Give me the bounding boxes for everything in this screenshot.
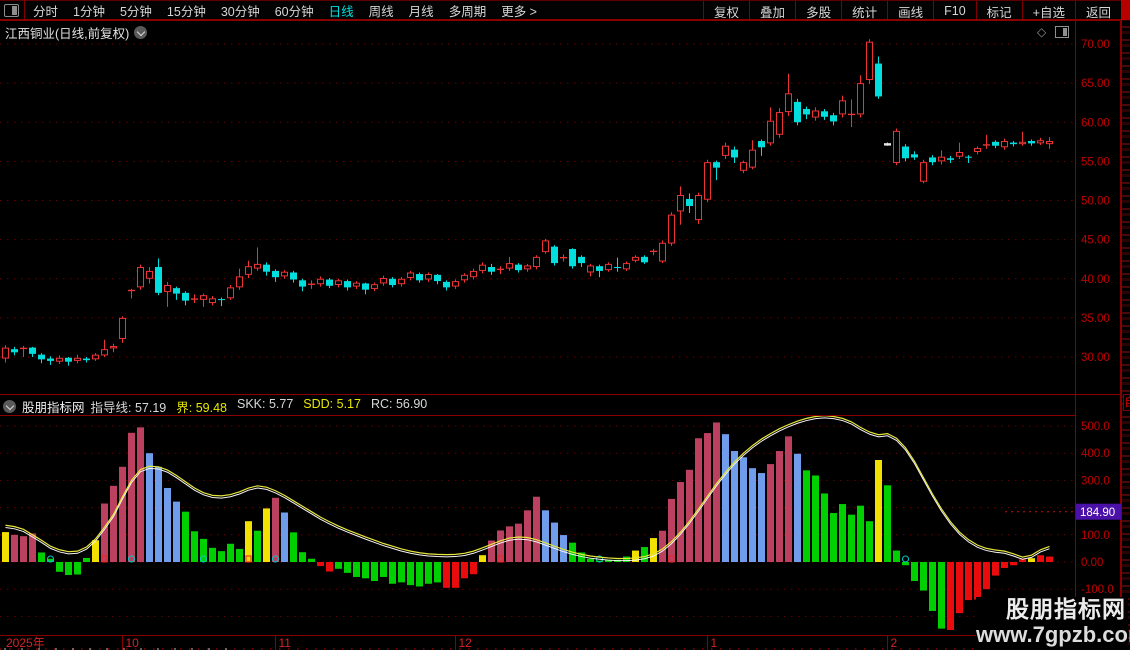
svg-text:30.00: 30.00 [1081,352,1110,364]
action-button-4[interactable]: 画线 [887,1,933,20]
top-right-red-block [1121,0,1130,20]
svg-text:65.00: 65.00 [1081,78,1110,90]
indicator-field-3: SDD: 5.17 [303,397,361,411]
period-tab-4[interactable]: 30分钟 [221,1,260,20]
svg-text:100.0: 100.0 [1081,530,1110,542]
svg-text:400.0: 400.0 [1081,448,1110,460]
indicator-source-name: 股朋指标网 [22,401,85,415]
action-button-8[interactable]: 返回 [1074,1,1121,20]
svg-text:300.0: 300.0 [1081,475,1110,487]
action-button-2[interactable]: 多股 [795,1,841,20]
period-tab-1[interactable]: 1分钟 [73,1,105,20]
chart-canvas[interactable]: 70.00 65.00 60.00 55.00 50.00 45.00 40.00 35.00… [0,0,1130,650]
diamond-marker-icon[interactable]: ◇ [1037,26,1046,38]
side-panel-glyph: 自 [1123,394,1130,411]
svg-text:60.00: 60.00 [1081,117,1110,129]
period-tab-6[interactable]: 日线 [329,1,354,20]
toolbar-divider [24,0,25,20]
period-tab-10[interactable]: 更多 > [501,1,537,20]
period-tab-5[interactable]: 60分钟 [275,1,314,20]
panel-layout-icon[interactable] [1055,26,1070,38]
stock-title: 江西铜业(日线,前复权) [5,27,130,41]
svg-text:184.90: 184.90 [1080,507,1115,519]
indicator-field-4: RC: 56.90 [370,397,428,411]
period-tab-2[interactable]: 5分钟 [120,1,152,20]
period-tabs: 分时 1分钟 5分钟 15分钟 30分钟 60分钟 日线 周线 月线 多周期 更多 > [33,1,537,20]
chart-corner-icons: ◇ [1037,26,1070,38]
svg-text:40.00: 40.00 [1081,274,1110,286]
svg-text:35.00: 35.00 [1081,313,1110,325]
action-button-5[interactable]: F10 [933,1,976,19]
indicator-field-0: 指导线: 57.19 [90,401,167,415]
period-tab-3[interactable]: 15分钟 [167,1,206,20]
svg-text:0.00: 0.00 [1081,557,1103,569]
svg-text:-100.0: -100.0 [1081,584,1114,596]
svg-text:45.00: 45.00 [1081,235,1110,247]
collapse-chevron-icon[interactable] [3,400,16,413]
action-button-6[interactable]: 标记 [975,1,1022,20]
svg-text:12: 12 [459,636,473,650]
period-tab-0[interactable]: 分时 [33,1,58,20]
period-toolbar: 分时 1分钟 5分钟 15分钟 30分钟 60分钟 日线 周线 月线 多周期 更多 > 复权 叠加 多股… [0,0,1121,20]
period-tab-9[interactable]: 多周期 [449,1,487,20]
svg-text:1: 1 [711,636,718,650]
indicator-values: 指导线: 57.19 界: 59.48 SKK: 5.77 SDD: 5.17 RC: … [91,397,428,416]
svg-text:70.00: 70.00 [1081,39,1110,51]
svg-text:50.00: 50.00 [1081,196,1110,208]
indicator-field-1: 界: 59.48 [176,401,227,415]
main-chart-panel[interactable] [0,21,1075,394]
action-buttons: 复权 叠加 多股 统计 画线 F10 标记 +自选 返回 [703,1,1121,20]
action-button-3[interactable]: 统计 [841,1,887,20]
svg-text:11: 11 [279,636,292,650]
watermark-url: www.7gpzb.com [976,622,1130,647]
indicator-header: 股朋指标网 指导线: 57.19 界: 59.48 SKK: 5.77 SDD: 5.… [3,397,427,416]
split-window-icon[interactable] [4,3,19,17]
action-button-7[interactable]: +自选 [1021,1,1075,20]
watermark-brand: 股朋指标网 [1006,596,1126,622]
clipped-side-panel[interactable]: 自 [1121,0,1130,650]
chevron-down-icon[interactable] [134,26,148,39]
stock-title-row: 江西铜业(日线,前复权) [5,23,148,42]
period-tab-8[interactable]: 月线 [409,1,434,20]
indicator-field-2: SKK: 5.77 [236,397,294,411]
svg-text:55.00: 55.00 [1081,156,1110,168]
trading-app-window: 70.00 65.00 60.00 55.00 50.00 45.00 40.00 35.00… [0,0,1130,650]
watermark: 股朋指标网 www.7gpzb.com [976,596,1130,650]
svg-text:500.0: 500.0 [1081,421,1110,433]
action-button-0[interactable]: 复权 [703,1,749,20]
period-tab-7[interactable]: 周线 [369,1,394,20]
action-button-1[interactable]: 叠加 [749,1,795,20]
svg-text:2: 2 [891,636,898,650]
